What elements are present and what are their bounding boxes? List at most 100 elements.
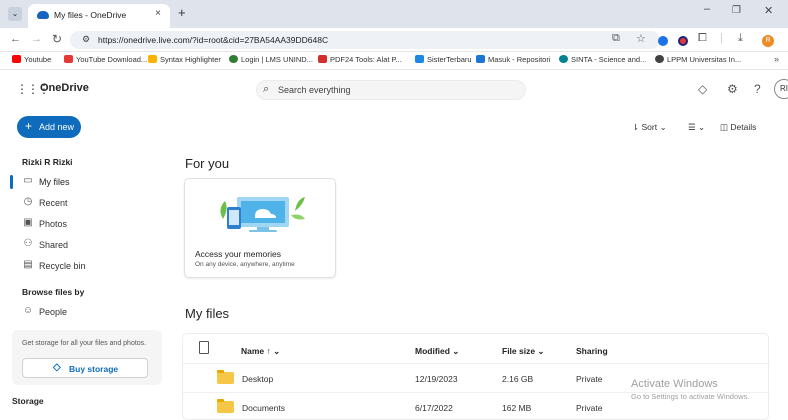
download-icon[interactable]: ⤓ [738, 32, 743, 45]
browse-files-heading: Browse files by [22, 287, 85, 297]
column-header-sharing[interactable]: Sharing [576, 346, 608, 356]
help-icon[interactable]: ? [754, 82, 761, 96]
bookmark-item[interactable]: Login | LMS UNIND... [229, 55, 313, 64]
for-you-heading: For you [185, 156, 230, 171]
address-bar[interactable]: ⚙ https://onedrive.live.com/?id=root&cid… [70, 31, 660, 49]
bookmark-label: PDF24 Tools: Alat P... [330, 55, 402, 64]
account-avatar[interactable]: RI [774, 79, 788, 99]
file-modified: 6/17/2022 [415, 403, 453, 413]
column-header-name[interactable]: Name ↑ ⌄ [241, 346, 280, 357]
tab-search-chevron-icon[interactable]: ⌄ [8, 7, 22, 21]
sidebar-item-label: Recent [39, 198, 68, 208]
add-new-button[interactable]: + Add new [17, 116, 81, 138]
site-info-icon[interactable]: ⚙ [82, 34, 90, 45]
premium-diamond-icon[interactable]: ◇ [698, 82, 707, 96]
buy-storage-button[interactable]: ◇ Buy storage [22, 358, 148, 378]
install-app-icon[interactable]: ⧉ [612, 32, 620, 45]
watermark-title: Activate Windows [631, 378, 718, 390]
bookmark-label: SINTA - Science and... [571, 55, 647, 64]
repositori-icon [476, 55, 485, 63]
storage-promo-text: Get storage for all your files and photo… [22, 340, 147, 347]
bookmark-item[interactable]: SisterTerbaru [415, 55, 472, 64]
file-modified: 12/19/2023 [415, 374, 458, 384]
list-view-icon: ☰ [688, 122, 696, 132]
file-name[interactable]: Desktop [242, 374, 273, 384]
files-table: Name ↑ ⌄ Modified ⌄ File size ⌄ Sharing … [182, 333, 770, 420]
command-bar: ⇂ Sort ⌄ ☰ ⌄ ◫ Details [166, 107, 788, 147]
app-name[interactable]: OneDrive [40, 82, 89, 94]
card-title: Access your memories [195, 249, 281, 259]
file-sharing: Private [576, 374, 603, 384]
bookmark-item[interactable]: Masuk - Repositori [476, 55, 551, 64]
window-minimize-icon[interactable]: – [704, 3, 710, 15]
window-restore-icon[interactable]: ❐ [732, 5, 741, 16]
sort-label: Sort [641, 122, 658, 132]
bookmark-item[interactable]: Youtube [12, 55, 51, 64]
tab-close-icon[interactable]: × [155, 8, 161, 19]
memories-card[interactable]: Access your memories On any device, anyw… [184, 178, 336, 278]
onedrive-cloud-icon [37, 11, 49, 19]
bookmarks-overflow-icon[interactable]: » [774, 54, 779, 64]
storage-promo-box: Get storage for all your files and photo… [12, 330, 162, 385]
back-arrow-icon[interactable]: ← [10, 33, 21, 45]
devices-illustration [220, 197, 305, 232]
active-indicator [10, 175, 13, 189]
sister-icon [415, 55, 424, 63]
bookmark-label: Youtube [24, 55, 52, 64]
clock-icon: ◷ [23, 196, 33, 207]
column-header-file-size[interactable]: File size ⌄ [502, 346, 545, 357]
extension-blue-icon[interactable] [658, 36, 668, 46]
search-box[interactable]: ⌕ Search everything [256, 80, 526, 100]
highlighter-icon [148, 55, 157, 63]
youtube-download-icon [64, 55, 73, 63]
sinta-icon [559, 55, 568, 63]
new-tab-button[interactable]: + [178, 5, 186, 20]
folder-icon [217, 370, 234, 384]
sidebar-item-people[interactable]: ☺ People [22, 303, 162, 321]
window-close-icon[interactable]: ✕ [764, 4, 773, 17]
sort-button[interactable]: ⇂ Sort ⌄ [632, 122, 667, 133]
file-size: 162 MB [502, 403, 532, 413]
bookmark-star-icon[interactable]: ☆ [636, 32, 646, 45]
card-subtitle: On any device, anywhere, anytime [195, 261, 295, 268]
details-button[interactable]: ◫ Details [720, 122, 756, 133]
globe-icon [655, 55, 664, 63]
extension-red-icon[interactable] [678, 36, 688, 46]
bookmark-label: SisterTerbaru [427, 55, 472, 64]
sidebar-item-recent[interactable]: ◷ Recent [22, 194, 162, 212]
column-header-modified[interactable]: Modified ⌄ [415, 346, 459, 357]
people-icon: ⚇ [23, 238, 33, 249]
file-type-icon[interactable] [199, 341, 209, 354]
sidebar-item-label: Photos [39, 219, 68, 229]
sidebar-item-recycle-bin[interactable]: ▤ Recycle bin [22, 257, 162, 275]
sidebar-item-my-files[interactable]: ▭ My files [22, 173, 162, 191]
bookmark-label: Syntax Highlighter [160, 55, 221, 64]
person-icon: ☺ [22, 305, 34, 316]
youtube-icon [12, 55, 21, 63]
activate-windows-watermark: Activate Windows Go to Settings to activ… [631, 378, 749, 401]
sidebar-item-shared[interactable]: ⚇ Shared [22, 236, 162, 254]
bookmark-item[interactable]: PDF24 Tools: Alat P... [318, 55, 402, 64]
file-name[interactable]: Documents [242, 403, 285, 413]
forward-arrow-icon[interactable]: → [31, 33, 42, 45]
extensions-puzzle-icon[interactable]: ⧠ [698, 32, 707, 45]
browser-toolbar: ← → ↻ ⚙ https://onedrive.live.com/?id=ro… [0, 28, 788, 52]
image-icon: ▣ [23, 217, 33, 228]
browser-tabstrip: ⌄ My files - OneDrive × + – ❐ ✕ [0, 0, 788, 28]
sidebar-item-label: People [39, 307, 68, 317]
bookmark-item[interactable]: Syntax Highlighter [148, 55, 221, 64]
url-text: https://onedrive.live.com/?id=root&cid=2… [98, 35, 329, 45]
bookmark-item[interactable]: YouTube Download... [64, 55, 147, 64]
folder-icon: ▭ [23, 175, 33, 186]
reload-icon[interactable]: ↻ [52, 32, 62, 46]
settings-gear-icon[interactable]: ⚙ [727, 82, 738, 96]
watermark-subtitle: Go to Settings to activate Windows. [631, 392, 750, 401]
browser-profile-avatar[interactable]: R [762, 35, 774, 47]
bookmark-item[interactable]: SINTA - Science and... [559, 55, 646, 64]
bookmark-item[interactable]: LPPM Universitas In... [655, 55, 741, 64]
user-name: Rizki R Rizki [22, 157, 73, 167]
view-options-button[interactable]: ☰ ⌄ [688, 122, 705, 133]
trash-icon: ▤ [23, 259, 33, 270]
browser-tab-onedrive[interactable]: My files - OneDrive × [28, 4, 170, 28]
sidebar-item-photos[interactable]: ▣ Photos [22, 215, 162, 233]
